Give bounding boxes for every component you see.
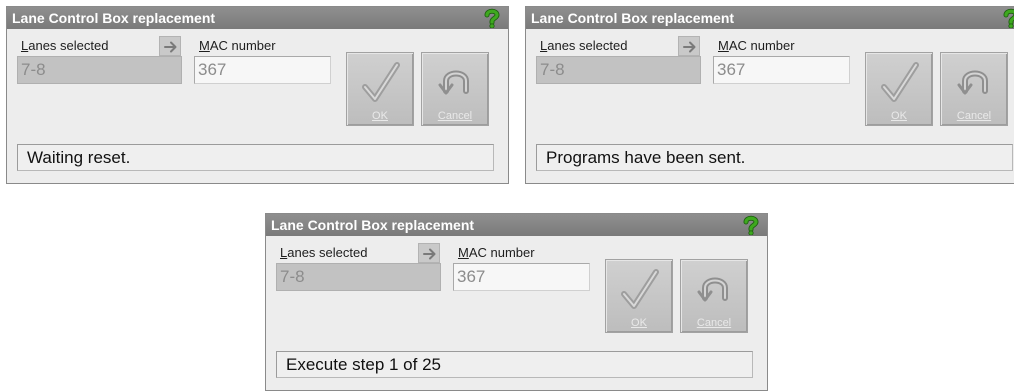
lanes-selected-field: 7-8 xyxy=(276,263,441,291)
dialog-lane-control-box-replacement: Lane Control Box replacement Lanes selec… xyxy=(6,6,509,184)
dialog-lane-control-box-replacement: Lane Control Box replacement Lanes selec… xyxy=(265,213,768,391)
lanes-selected-label: Lanes selected xyxy=(280,245,368,260)
mac-number-label: MAC number xyxy=(718,38,795,53)
ok-label: OK xyxy=(372,110,388,122)
cancel-button[interactable]: Cancel xyxy=(680,259,748,333)
lanes-select-arrow-button[interactable] xyxy=(418,243,440,263)
mac-number-field[interactable]: 367 xyxy=(453,263,590,291)
cancel-label: Cancel xyxy=(956,110,992,122)
help-icon[interactable] xyxy=(1002,8,1014,29)
mac-number-label: MAC number xyxy=(199,38,276,53)
lanes-selected-label: Lanes selected xyxy=(21,38,109,53)
lanes-selected-label: Lanes selected xyxy=(540,38,628,53)
cancel-button[interactable]: Cancel xyxy=(421,52,489,126)
status-message: Programs have been sent. xyxy=(536,144,1013,171)
ok-button[interactable]: OK xyxy=(346,52,414,126)
dialog-title: Lane Control Box replacement xyxy=(7,7,508,29)
help-icon[interactable] xyxy=(742,215,760,236)
dialog-title: Lane Control Box replacement xyxy=(266,214,767,236)
status-message: Execute step 1 of 25 xyxy=(276,351,753,378)
cancel-label: Cancel xyxy=(696,317,732,329)
mac-number-label: MAC number xyxy=(458,245,535,260)
cancel-button[interactable]: Cancel xyxy=(940,52,1008,126)
lanes-selected-field: 7-8 xyxy=(17,56,182,84)
lanes-select-arrow-button[interactable] xyxy=(159,36,181,56)
dialog-lane-control-box-replacement: Lane Control Box replacement Lanes selec… xyxy=(525,6,1014,184)
ok-label: OK xyxy=(631,317,647,329)
mac-number-field[interactable]: 367 xyxy=(194,56,331,84)
dialog-title: Lane Control Box replacement xyxy=(526,7,1014,29)
ok-button[interactable]: OK xyxy=(605,259,673,333)
mac-number-field[interactable]: 367 xyxy=(713,56,850,84)
lanes-select-arrow-button[interactable] xyxy=(678,36,700,56)
cancel-label: Cancel xyxy=(437,110,473,122)
ok-button[interactable]: OK xyxy=(865,52,933,126)
help-icon[interactable] xyxy=(483,8,501,29)
lanes-selected-field: 7-8 xyxy=(536,56,701,84)
ok-label: OK xyxy=(891,110,907,122)
status-message: Waiting reset. xyxy=(17,144,494,171)
